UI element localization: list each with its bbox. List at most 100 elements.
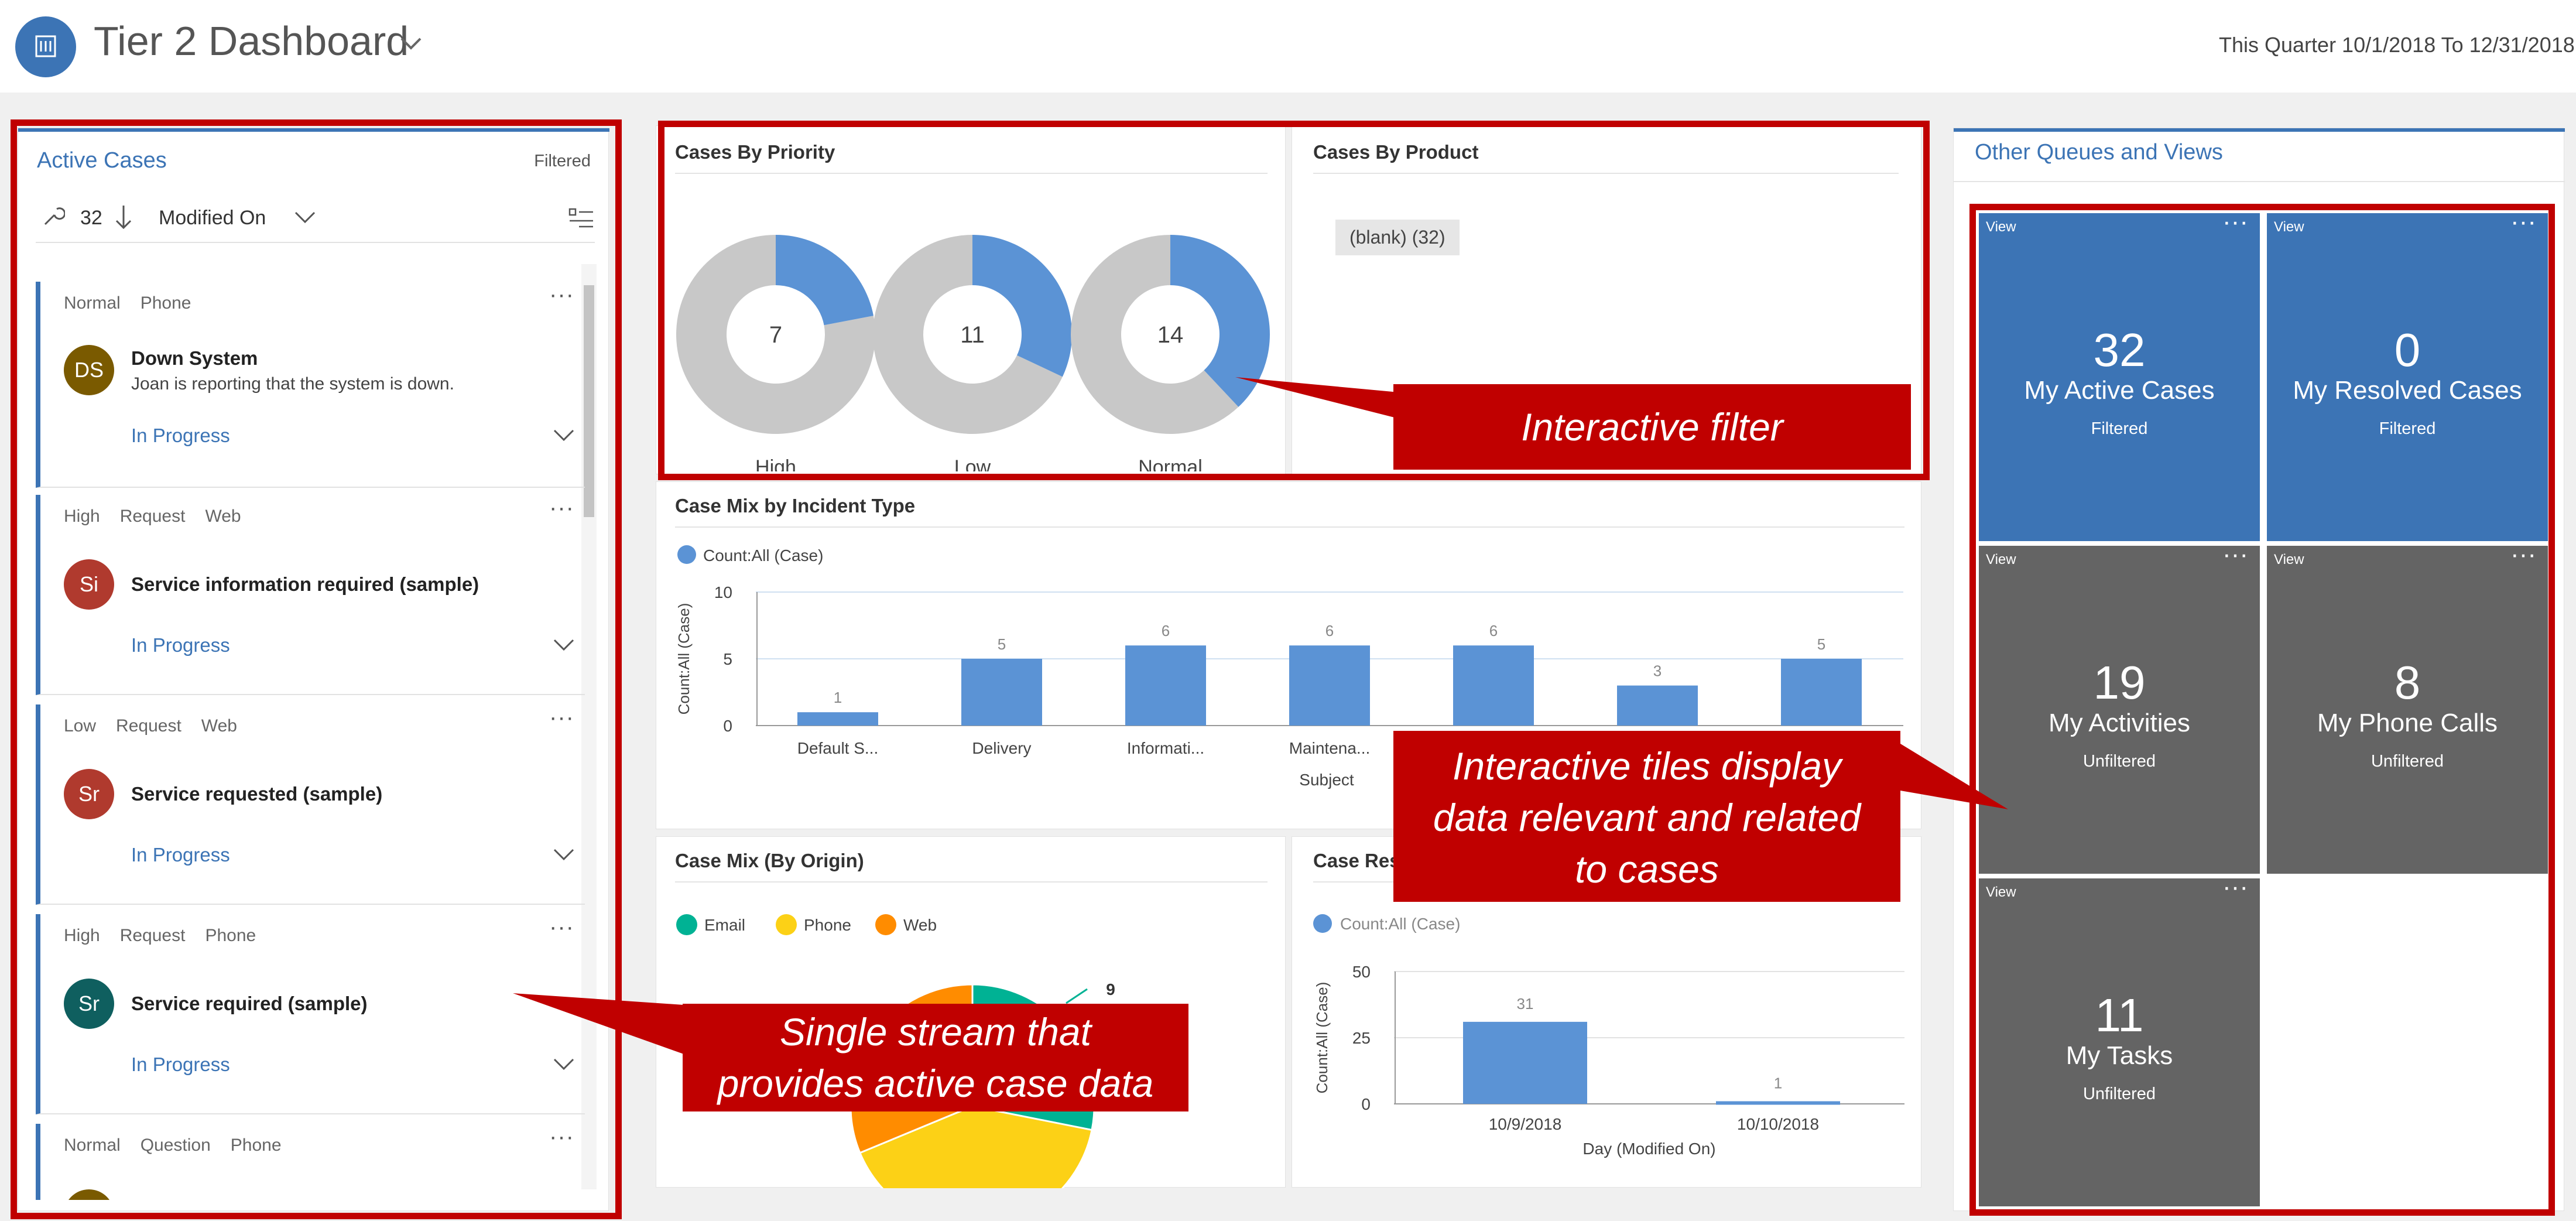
chevron-down-icon[interactable] <box>552 633 576 656</box>
callout-line: provides active case data <box>717 1062 1154 1105</box>
more-options-icon[interactable]: ··· <box>2510 207 2536 237</box>
case-title[interactable]: Service required (sample) <box>131 993 368 1015</box>
case-item[interactable]: Low Request Web ··· Sr Service requested (… <box>36 704 585 905</box>
tile-my-phone-calls[interactable]: View ··· 8 My Phone Calls Unfiltered <box>2267 540 2548 874</box>
more-options-icon[interactable]: ··· <box>549 1124 574 1150</box>
x-tick-label: Maintena... <box>1289 739 1371 757</box>
product-chip[interactable]: (blank) (32) <box>1335 220 1460 255</box>
chevron-down-icon[interactable] <box>293 206 317 229</box>
more-options-icon[interactable]: ··· <box>2510 540 2536 569</box>
tile-view-label[interactable]: View <box>2274 552 2304 568</box>
legend-label: Email <box>704 916 745 934</box>
data-label: 5 <box>1817 635 1825 653</box>
donut-count: 14 <box>1157 322 1184 348</box>
tile-filter-status: Unfiltered <box>2371 752 2444 771</box>
more-options-icon[interactable]: ··· <box>2222 873 2248 902</box>
priority-donut-chart[interactable]: 7 High 11 Low 14 Normal <box>656 179 1286 471</box>
tile-label: My Tasks <box>2065 1041 2173 1070</box>
y-axis-title: Count:All (Case) <box>1313 982 1331 1094</box>
sort-field[interactable]: Modified On <box>159 207 266 230</box>
data-label: 5 <box>998 635 1006 653</box>
type-tag: Question <box>140 1136 211 1155</box>
case-title[interactable]: Down System <box>131 347 258 370</box>
date-range-filter[interactable]: This Quarter 10/1/2018 To 12/31/2018 <box>2219 33 2575 57</box>
case-title[interactable]: Service information required (sample) <box>131 573 479 596</box>
bar <box>1125 645 1206 726</box>
data-label: 6 <box>1325 622 1334 639</box>
case-item[interactable]: Normal Phone ··· DS Down System Joan is r… <box>36 282 585 488</box>
chevron-down-icon[interactable] <box>552 1052 576 1076</box>
panel-title: Other Queues and Views <box>1975 140 2223 165</box>
panel-divider <box>675 173 1268 174</box>
priority-tag: High <box>64 926 100 945</box>
avatar: Sr <box>64 979 114 1029</box>
stream-title[interactable]: Active Cases <box>37 148 167 173</box>
sort-arrow-icon[interactable] <box>111 203 136 231</box>
scrollbar-thumb[interactable] <box>584 285 594 517</box>
tile-my-activities[interactable]: View ··· 19 My Activities Unfiltered <box>1979 540 2260 874</box>
callout-interactive-tiles: Interactive tiles display data relevant … <box>1393 731 1900 902</box>
data-label: 3 <box>1653 662 1662 680</box>
dashboard-icon[interactable] <box>15 16 76 77</box>
data-label: 6 <box>1489 622 1498 639</box>
priority-tag: High <box>64 507 100 526</box>
panel-title: Cases By Priority <box>675 141 835 163</box>
panel-divider <box>675 881 1268 883</box>
callout-line: Single stream that <box>780 1010 1091 1054</box>
callout-interactive-filter: Interactive filter <box>1393 384 1911 470</box>
chevron-down-icon[interactable] <box>398 30 424 56</box>
donut-segment-blue <box>1170 235 1270 407</box>
case-status: In Progress <box>131 634 230 656</box>
cases-by-priority-panel: Cases By Priority 7 High 11 Low 14 Normal <box>656 125 1286 474</box>
resolution-bar-chart[interactable]: Count:All (Case) 0 25 50 Count:All (Case) 31 1… <box>1292 884 1922 1188</box>
tile-count: 32 <box>2093 324 2146 376</box>
donut-label: High <box>755 456 796 471</box>
tile-my-active-cases[interactable]: View ··· 32 My Active Cases Filtered <box>1979 207 2260 541</box>
tile-view-label[interactable]: View <box>1986 884 2016 901</box>
panel-title: Case Res <box>1313 850 1400 871</box>
legend-label: Phone <box>804 916 851 934</box>
x-tick-label: Delivery <box>972 739 1031 757</box>
chevron-down-icon[interactable] <box>552 423 576 447</box>
x-tick-label: Informati... <box>1127 739 1204 757</box>
bar <box>797 712 878 726</box>
priority-tag: Normal <box>64 293 121 313</box>
chevron-down-icon[interactable] <box>552 843 576 866</box>
tile-view-label[interactable]: View <box>1986 219 2016 235</box>
y-tick-label: 0 <box>1361 1095 1371 1113</box>
tile-view-label[interactable]: View <box>2274 219 2304 235</box>
more-options-icon[interactable]: ··· <box>549 282 574 308</box>
origin-tag: Phone <box>230 1136 282 1155</box>
legend-swatch <box>875 914 896 935</box>
bar <box>1617 685 1698 726</box>
more-options-icon[interactable]: ··· <box>2222 207 2248 237</box>
panel-divider <box>1954 181 2565 182</box>
tile-my-tasks[interactable]: View ··· 11 My Tasks Unfiltered <box>1979 873 2260 1206</box>
case-status: In Progress <box>131 1054 230 1075</box>
data-label: 31 <box>1517 995 1534 1013</box>
legend-swatch <box>776 914 797 935</box>
case-item[interactable]: Normal Question Phone ··· <box>36 1124 585 1200</box>
tile-view-label[interactable]: View <box>1986 552 2016 568</box>
tile-filter-status: Filtered <box>2091 419 2148 438</box>
x-tick-label: 10/9/2018 <box>1489 1115 1562 1133</box>
tile-my-resolved-cases[interactable]: View ··· 0 My Resolved Cases Filtered <box>2267 207 2548 541</box>
origin-tag: Web <box>205 507 241 526</box>
more-options-icon[interactable]: ··· <box>549 495 574 521</box>
more-options-icon[interactable]: ··· <box>2222 540 2248 569</box>
y-tick-label: 50 <box>1352 963 1371 981</box>
case-item[interactable]: High Request Phone ··· Sr Service required… <box>36 914 585 1114</box>
more-options-icon[interactable]: ··· <box>549 704 574 731</box>
case-item[interactable]: High Request Web ··· Si Service informatio… <box>36 495 585 695</box>
panel-accent-bar <box>1954 128 2565 132</box>
donut-count: 7 <box>769 322 782 348</box>
legend-label: Count:All (Case) <box>703 546 823 565</box>
case-tags: Low Request Web <box>64 716 257 736</box>
leader-line <box>1066 988 1088 1004</box>
legend-swatch <box>677 545 696 564</box>
panel-title: Cases By Product <box>1313 141 1479 163</box>
view-list-icon[interactable] <box>568 207 594 230</box>
wrench-icon[interactable] <box>39 204 65 230</box>
case-title[interactable]: Service requested (sample) <box>131 783 382 805</box>
more-options-icon[interactable]: ··· <box>549 914 574 940</box>
